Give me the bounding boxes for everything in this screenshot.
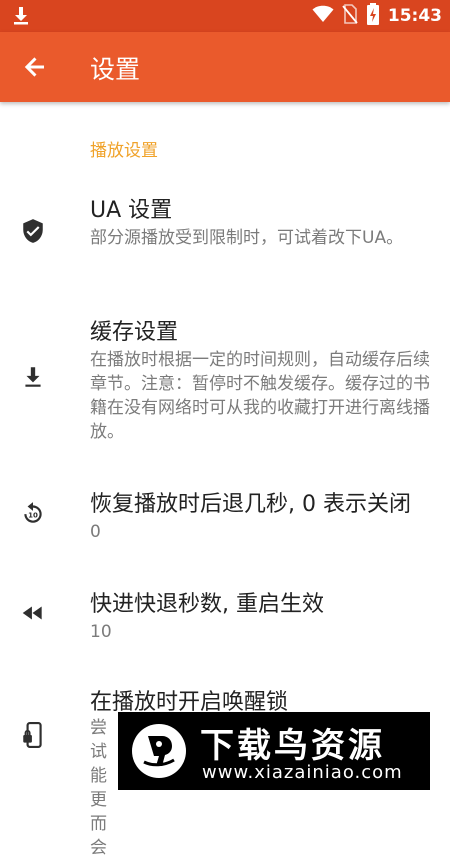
section-header: 播放设置 [90, 141, 158, 161]
setting-seek-seconds[interactable]: 快进快退秒数, 重启生效 10 [0, 586, 450, 646]
setting-ua[interactable]: UA 设置 部分源播放受到限制时，可试着改下UA。 [0, 192, 450, 288]
svg-text:10: 10 [28, 510, 38, 519]
wifi-icon [312, 5, 334, 27]
battery-charging-icon [366, 3, 380, 29]
setting-summary: 0 [90, 522, 101, 542]
replay-10-icon: 10 [20, 500, 46, 526]
setting-resume-rewind[interactable]: 10 恢复播放时后退几秒, 0 表示关闭 0 [0, 486, 450, 546]
download-icon [20, 364, 46, 390]
app-bar: 设置 [0, 32, 450, 102]
setting-title: UA 设置 [90, 198, 173, 223]
setting-summary: 部分源播放受到限制时，可试着改下UA。 [90, 228, 404, 248]
setting-summary: 10 [90, 622, 112, 642]
setting-title: 快进快退秒数, 重启生效 [90, 592, 324, 617]
no-sim-icon [342, 4, 358, 28]
setting-summary: 尝试 能更 而会 [90, 718, 107, 858]
download-icon [12, 6, 30, 30]
setting-title: 恢复播放时后退几秒, 0 表示关闭 [90, 492, 411, 517]
watermark-name: 下载鸟资源 [200, 726, 385, 766]
status-bar: 15:43 [0, 0, 450, 32]
status-time: 15:43 [387, 6, 442, 26]
page-title: 设置 [90, 55, 141, 84]
shield-check-icon [20, 218, 46, 244]
setting-summary: 在播放时根据一定的时间规则，自动缓存后续章节。注意：暂停时不触发缓存。缓存过的书… [90, 350, 430, 442]
fast-rewind-icon [20, 600, 46, 626]
setting-title: 缓存设置 [90, 320, 179, 345]
setting-cache[interactable]: 缓存设置 在播放时根据一定的时间规则，自动缓存后续章节。注意：暂停时不触发缓存。… [0, 314, 450, 454]
phone-lock-icon [20, 722, 46, 748]
watermark: 下载鸟资源 www.xiazainiao.com [118, 712, 430, 790]
arrow-back-icon[interactable] [20, 52, 50, 82]
bird-logo-icon [130, 722, 188, 780]
watermark-url: www.xiazainiao.com [202, 762, 403, 783]
